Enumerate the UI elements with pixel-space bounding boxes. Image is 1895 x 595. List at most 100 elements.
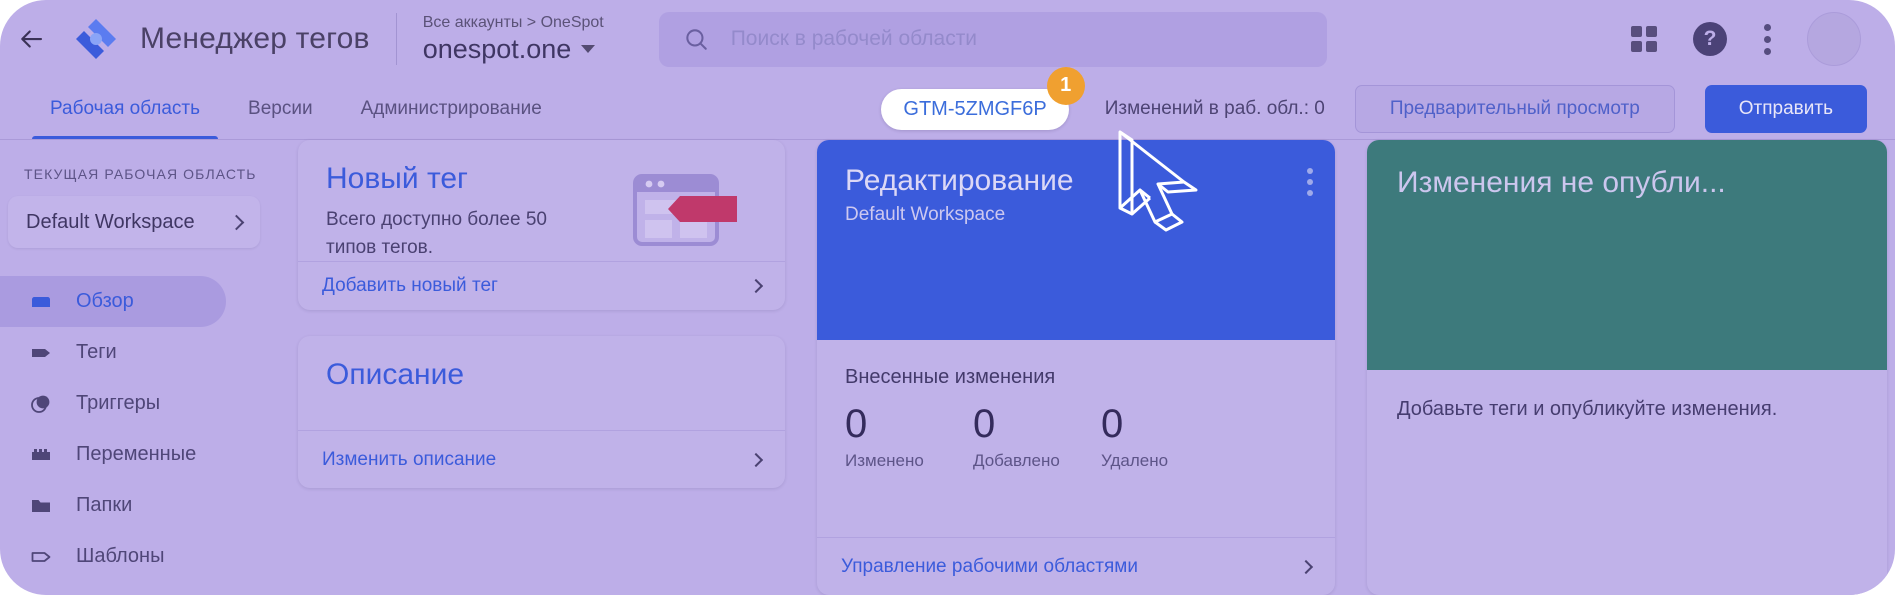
apps-grid-button[interactable] (1631, 26, 1657, 52)
sidebar-item-label: Триггеры (76, 392, 161, 414)
edit-workspace-more-button[interactable] (1307, 168, 1313, 196)
manage-workspaces-label: Управление рабочими областями (841, 555, 1138, 577)
variable-icon (28, 442, 54, 468)
account-name: onespot.one (422, 33, 572, 64)
app-body: ТЕКУЩАЯ РАБОЧАЯ ОБЛАСТЬ Default Workspac… (0, 140, 1895, 595)
tab-workspace[interactable]: Рабочая область (26, 78, 224, 140)
workspace-selector[interactable]: Default Workspace (8, 196, 260, 248)
unpublished-hero: Изменения не опубли... (1367, 140, 1887, 370)
cards-column-middle: Редактирование Default Workspace Внесенн… (817, 140, 1335, 595)
tab-bar-actions: GTM-5ZMGF6P 1 Изменений в раб. обл.: 0 П… (881, 66, 1867, 140)
edit-description-link[interactable]: Изменить описание (298, 430, 785, 488)
brand[interactable]: Менеджер тегов (62, 0, 370, 78)
template-icon (28, 544, 54, 570)
folder-icon (28, 493, 54, 519)
chevron-right-icon (1298, 559, 1314, 574)
tab-admin[interactable]: Администрирование (337, 78, 566, 140)
edit-workspace-subtitle: Default Workspace (845, 204, 1006, 225)
stat-label: Изменено (845, 451, 924, 470)
browser-tag-illustration (633, 172, 741, 255)
page-title: Менеджер тегов (140, 22, 370, 55)
chevron-right-icon (228, 214, 245, 230)
sidebar-item-tags[interactable]: Теги (0, 327, 276, 378)
container-id-text: GTM-5ZMGF6P (903, 97, 1047, 120)
sidebar: ТЕКУЩАЯ РАБОЧАЯ ОБЛАСТЬ Default Workspac… (0, 140, 276, 595)
unpublished-text: Добавьте теги и опубликуйте изменения. (1397, 398, 1778, 420)
workspace-changes-count: Изменений в раб. обл.: 0 (1104, 98, 1325, 119)
sidebar-item-label: Папки (76, 494, 133, 516)
caret-down-icon[interactable] (581, 45, 596, 53)
sidebar-item-label: Обзор (76, 290, 134, 312)
new-tag-card-body: Новый тег Всего доступно более 50 типов … (298, 140, 785, 261)
workspace-stats-heading: Внесенные изменения (845, 366, 1056, 388)
sidebar-item-label: Переменные (76, 443, 197, 465)
arrow-left-icon (21, 30, 43, 48)
trigger-icon (28, 391, 54, 417)
sidebar-item-folders[interactable]: Папки (0, 480, 276, 531)
help-button[interactable]: ? (1693, 22, 1727, 56)
tab-bar: Рабочая область Версии Администрирование… (0, 66, 1895, 140)
sidebar-item-templates[interactable]: Шаблоны (0, 531, 276, 582)
description-title: Описание (326, 358, 465, 391)
description-card: Описание Изменить описание (298, 336, 785, 488)
search-icon (685, 29, 707, 50)
sidebar-nav: Обзор Теги Триггеры Переменные Папки Шаб… (0, 276, 276, 582)
chevron-right-icon (748, 278, 764, 294)
add-new-tag-link[interactable]: Добавить новый тег (298, 261, 785, 310)
stat-value: 0 (1101, 402, 1124, 446)
stat-value: 0 (973, 402, 996, 446)
help-icon: ? (1693, 22, 1727, 56)
cards-area: Новый тег Всего доступно более 50 типов … (298, 140, 1895, 595)
app-header: Менеджер тегов Все аккаунты > OneSpot on… (0, 0, 1895, 78)
app-window: Менеджер тегов Все аккаунты > OneSpot on… (0, 0, 1895, 595)
more-vert-icon (1763, 23, 1771, 55)
back-button[interactable] (0, 0, 62, 78)
edit-workspace-hero: Редактирование Default Workspace (817, 140, 1335, 340)
sidebar-section-label: ТЕКУЩАЯ РАБОЧАЯ ОБЛАСТЬ (24, 166, 257, 182)
sidebar-item-label: Теги (76, 341, 117, 363)
description-card-body: Описание (298, 336, 785, 430)
manage-workspaces-link[interactable]: Управление рабочими областями (817, 537, 1335, 595)
stat-label: Добавлено (973, 451, 1060, 470)
header-more-button[interactable] (1763, 23, 1771, 55)
workspace-name: Default Workspace (26, 210, 195, 233)
search-bar[interactable] (658, 11, 1327, 67)
chevron-right-icon (748, 452, 764, 467)
new-tag-subtitle: Всего доступно более 50 типов тегов. (326, 209, 547, 258)
avatar[interactable] (1807, 12, 1861, 66)
new-tag-title: Новый тег (326, 162, 468, 195)
apps-grid-icon (1631, 26, 1657, 52)
stat-modified: 0 Изменено (845, 403, 973, 471)
edit-description-label: Изменить описание (322, 448, 497, 470)
search-input[interactable] (730, 27, 1303, 51)
container-id-badge[interactable]: GTM-5ZMGF6P 1 (881, 66, 1085, 130)
preview-button[interactable]: Предварительный просмотр (1354, 85, 1675, 133)
header-divider (395, 13, 397, 65)
new-tag-card: Новый тег Всего доступно более 50 типов … (298, 140, 785, 310)
tab-versions[interactable]: Версии (224, 78, 337, 140)
stat-label: Удалено (1101, 451, 1169, 470)
header-actions: ? (1631, 0, 1861, 78)
submit-button[interactable]: Отправить (1704, 85, 1867, 133)
stat-deleted: 0 Удалено (1101, 403, 1229, 471)
stat-value: 0 (845, 402, 868, 446)
account-selector[interactable]: Все аккаунты > OneSpot onespot.one (423, 0, 613, 78)
workspace-stats: Внесенные изменения 0 Изменено 0 Добавле… (817, 340, 1335, 537)
step-badge: 1 (1046, 66, 1085, 105)
sidebar-item-overview[interactable]: Обзор (0, 276, 226, 327)
sidebar-item-variables[interactable]: Переменные (0, 429, 276, 480)
unpublished-body: Добавьте теги и опубликуйте изменения. (1367, 370, 1887, 595)
sidebar-item-label: Шаблоны (76, 545, 165, 567)
add-new-tag-label: Добавить новый тег (322, 275, 498, 297)
gtm-logo-icon (76, 19, 116, 59)
tag-icon (28, 340, 54, 366)
edit-workspace-title: Редактирование (845, 164, 1074, 197)
tab-list: Рабочая область Версии Администрирование (0, 78, 566, 140)
edit-workspace-card: Редактирование Default Workspace Внесенн… (817, 140, 1335, 595)
workspace-stats-row: 0 Изменено 0 Добавлено 0 Удалено (845, 403, 1307, 471)
sidebar-item-triggers[interactable]: Триггеры (0, 378, 276, 429)
cards-column-left: Новый тег Всего доступно более 50 типов … (298, 140, 785, 595)
breadcrumb: Все аккаунты > OneSpot (422, 13, 604, 31)
unpublished-title: Изменения не опубли... (1397, 166, 1726, 199)
unpublished-changes-card: Изменения не опубли... Добавьте теги и о… (1367, 140, 1887, 595)
